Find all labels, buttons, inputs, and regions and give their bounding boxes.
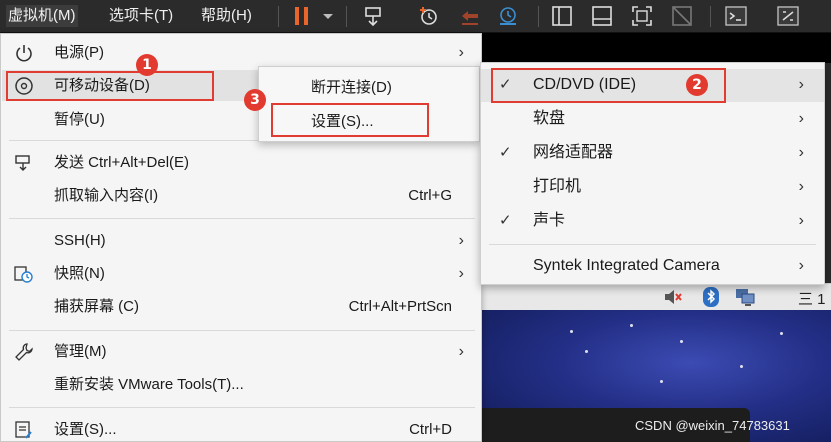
submenu-item-disconnect[interactable]: 断开连接(D) [259,71,479,103]
menu-item-label: 抓取输入内容(I) [54,187,159,204]
menu-item-shortcut: Ctrl+Alt+PrtScn [348,298,452,315]
callout-badge-2: 2 [686,74,708,96]
checkmark-icon: ✓ [499,212,512,229]
guest-clock-text: 三 1 [798,291,826,308]
device-item-label: 打印机 [533,178,582,195]
menu-item-label: 捕获屏幕 (C) [54,298,139,315]
snapshot-icon[interactable] [416,4,440,28]
device-item-label: 网络适配器 [533,144,614,161]
menu-tabs[interactable]: 选项卡(T) [107,5,175,27]
device-item-network-adapter[interactable]: ✓ 网络适配器 › [481,137,824,170]
power-icon [14,43,34,63]
bluetooth-icon[interactable] [700,286,722,308]
desktop-star [585,350,588,353]
send-keys-icon [14,153,34,173]
toolbar-separator [710,6,711,27]
menu-vm[interactable]: 虚拟机(M) [6,5,78,27]
chevron-right-icon: › [458,44,464,61]
device-item-camera[interactable]: Syntek Integrated Camera › [481,250,824,283]
submenu-item-label: 断开连接(D) [311,79,392,96]
menu-divider [9,330,475,331]
settings-icon [14,420,34,440]
toolbar-separator [278,6,279,27]
vm-display-top [480,33,831,63]
device-item-floppy[interactable]: 软盘 › [481,103,824,136]
toolbar-separator [346,6,347,27]
desktop-star [630,324,633,327]
device-item-sound-card[interactable]: ✓ 声卡 › [481,205,824,238]
unity-icon[interactable] [670,4,694,28]
console-view-icon[interactable] [590,4,614,28]
highlight-box-device-settings [271,103,429,137]
wrench-icon [14,342,34,362]
menu-help[interactable]: 帮助(H) [199,5,254,27]
chevron-right-icon: › [798,110,804,127]
revert-snapshot-icon[interactable] [458,4,482,28]
checkmark-icon: ✓ [499,144,512,161]
desktop-star [740,365,743,368]
pause-icon[interactable] [290,4,314,28]
send-keys-icon[interactable] [362,4,386,28]
menu-item-grab-input[interactable]: 抓取输入内容(I) Ctrl+G [2,180,480,211]
menu-item-label: 管理(M) [54,343,107,360]
volume-muted-icon[interactable] [662,286,684,308]
chevron-right-icon: › [798,178,804,195]
menu-item-send-ctrl-alt-del[interactable]: 发送 Ctrl+Alt+Del(E) [2,147,480,178]
menu-item-ssh[interactable]: SSH(H) › [2,225,480,256]
watermark: CSDN @weixin_74783631 [635,418,790,433]
menu-item-capture-screen[interactable]: 捕获屏幕 (C) Ctrl+Alt+PrtScn [2,291,480,322]
menu-item-reinstall-vmware-tools[interactable]: 重新安装 VMware Tools(T)... [2,369,480,400]
menu-item-power[interactable]: 电源(P) › [2,37,480,68]
device-item-label: 软盘 [533,110,566,127]
network-icon[interactable] [734,286,756,308]
desktop-star [780,332,783,335]
callout-badge-1: 1 [136,54,158,76]
snapshot-icon [14,264,34,284]
menu-divider [489,244,816,245]
desktop-star [570,330,573,333]
highlight-box-removable-devices [6,71,214,101]
dropdown-arrow-icon[interactable] [316,4,340,28]
desktop-star [680,340,683,343]
terminal-icon[interactable] [724,4,748,28]
menu-item-label: 设置(S)... [54,421,117,438]
menubar: 虚拟机(M) 选项卡(T) 帮助(H) [0,0,831,33]
chevron-right-icon: › [798,144,804,161]
chevron-right-icon: › [798,212,804,229]
toolbar-separator [538,6,539,27]
desktop-star [660,380,663,383]
menu-item-label: 重新安装 VMware Tools(T)... [54,376,244,393]
menu-item-manage[interactable]: 管理(M) › [2,336,480,367]
device-item-label: Syntek Integrated Camera [533,257,720,274]
menu-item-snapshot[interactable]: 快照(N) › [2,258,480,289]
menu-item-shortcut: Ctrl+G [408,187,452,204]
menu-item-label: 电源(P) [54,44,104,61]
manage-snapshots-icon[interactable] [496,4,520,28]
menu-item-settings[interactable]: 设置(S)... Ctrl+D [2,414,480,442]
menu-item-label: 快照(N) [54,265,105,282]
device-item-printer[interactable]: 打印机 › [481,171,824,204]
guest-taskbar[interactable] [480,283,831,310]
menu-item-label: 发送 Ctrl+Alt+Del(E) [54,154,190,171]
chevron-right-icon: › [458,232,464,249]
menu-item-label: SSH(H) [54,232,106,249]
callout-badge-3: 3 [244,89,266,111]
fullscreen-icon[interactable] [630,4,654,28]
menu-divider [9,218,475,219]
menu-divider [9,407,475,408]
menu-item-label: 暂停(U) [54,111,105,128]
device-item-label: 声卡 [533,212,566,229]
sidebar-view-icon[interactable] [550,4,574,28]
menu-item-shortcut: Ctrl+D [409,421,452,438]
stretch-icon[interactable] [776,4,800,28]
chevron-right-icon: › [798,257,804,274]
chevron-right-icon: › [458,265,464,282]
chevron-right-icon: › [798,76,804,93]
chevron-right-icon: › [458,343,464,360]
